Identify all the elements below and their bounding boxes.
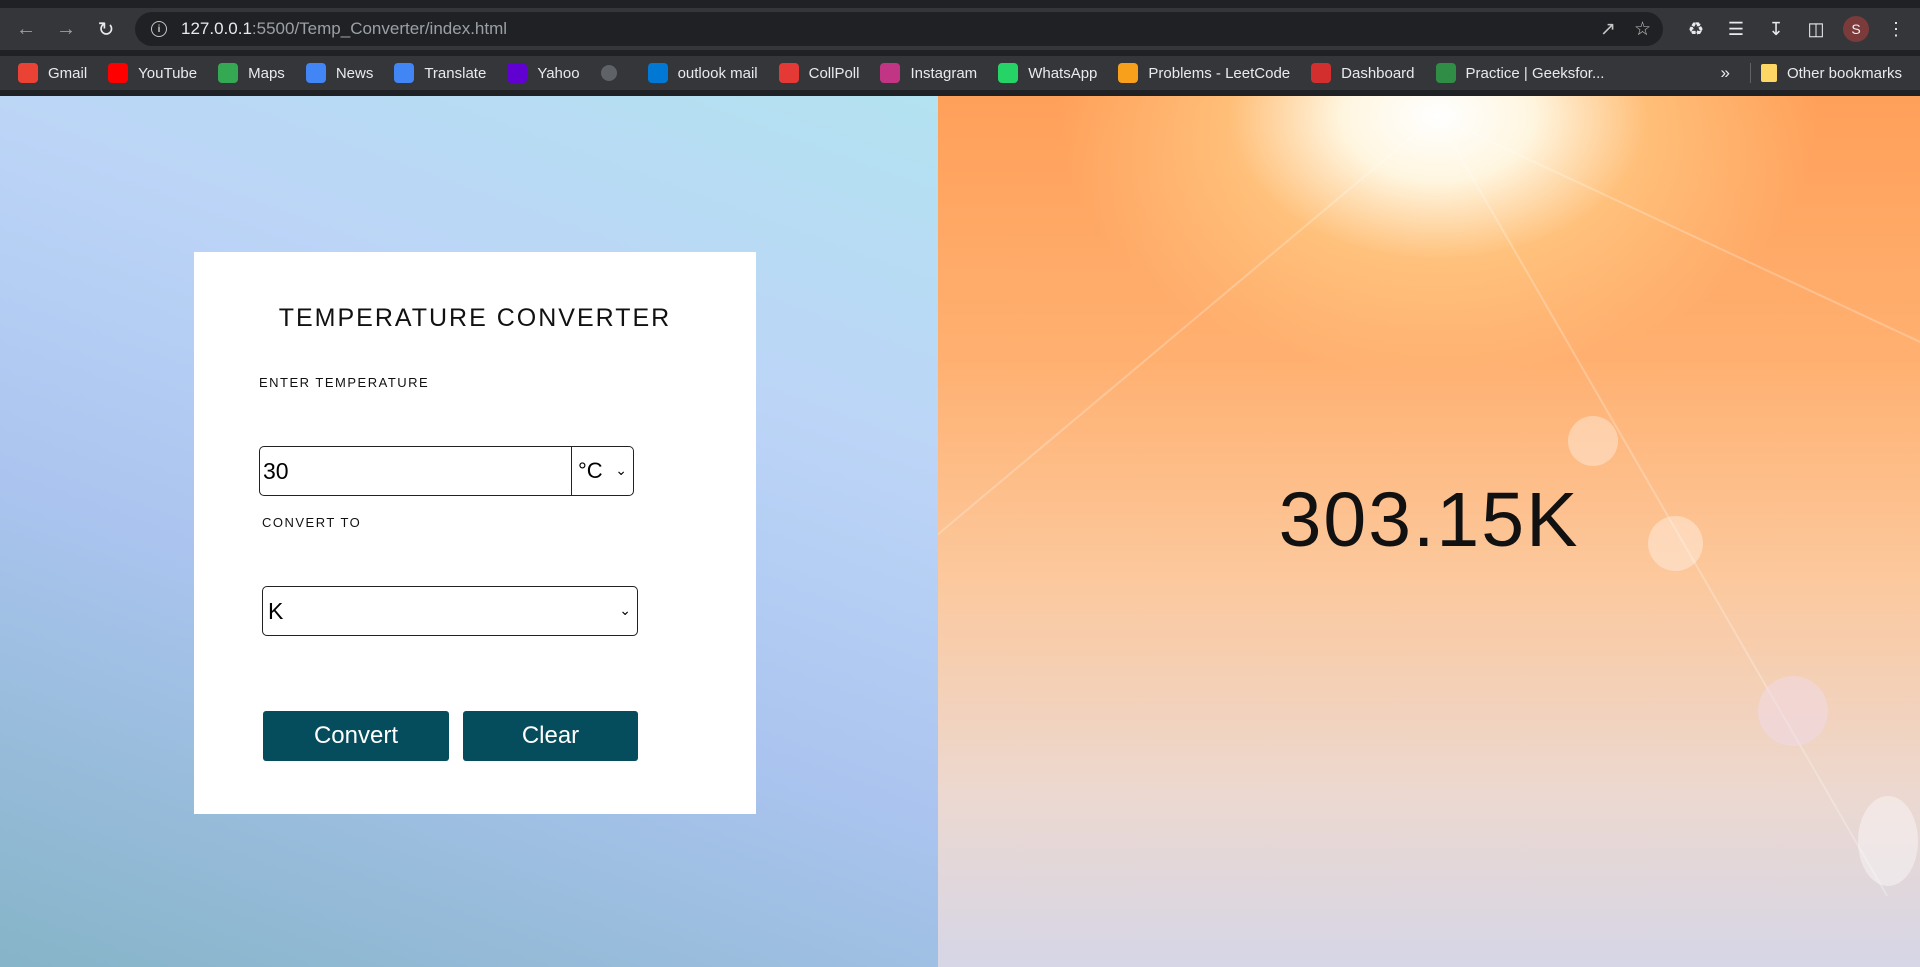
bookmark-item[interactable]: Problems - LeetCode bbox=[1118, 63, 1290, 83]
url-text[interactable]: 127.0.0.1:5500/Temp_Converter/index.html bbox=[181, 19, 507, 39]
bookmark-label: CollPoll bbox=[808, 64, 860, 82]
bookmark-label: Instagram bbox=[910, 64, 978, 82]
translate-icon bbox=[394, 63, 415, 83]
converter-card: TEMPERATURE CONVERTER ENTER TEMPERATURE … bbox=[194, 252, 756, 814]
convert-to-label: CONVERT TO bbox=[262, 515, 362, 530]
conversion-result: 303.15K bbox=[1278, 477, 1580, 563]
bookmark-label: WhatsApp bbox=[1028, 64, 1098, 82]
url-host: 127.0.0.1 bbox=[181, 19, 252, 38]
site-info-icon[interactable]: i bbox=[151, 21, 167, 37]
forward-button[interactable]: → bbox=[46, 9, 86, 49]
back-button[interactable]: ← bbox=[6, 9, 46, 49]
menu-kebab-icon[interactable]: ⋮ bbox=[1876, 9, 1916, 49]
avatar: S bbox=[1843, 16, 1869, 42]
news-icon bbox=[305, 63, 326, 83]
convert-button[interactable]: Convert bbox=[263, 711, 449, 761]
bookmark-item[interactable]: outlook mail bbox=[647, 63, 758, 83]
geeksforgeeks-icon bbox=[1435, 63, 1456, 83]
url-path: :5500/Temp_Converter/index.html bbox=[251, 19, 508, 38]
from-unit-select[interactable]: °C ⌄ bbox=[571, 446, 634, 496]
bookmark-label: News bbox=[335, 64, 374, 82]
result-panel: 303.15K bbox=[938, 96, 1920, 967]
temperature-input[interactable] bbox=[259, 446, 572, 496]
bookmark-label: Gmail bbox=[48, 64, 88, 82]
bookmark-label: Problems - LeetCode bbox=[1148, 64, 1291, 82]
bookmark-item[interactable]: Gmail bbox=[18, 63, 87, 83]
folder-icon bbox=[1760, 64, 1777, 82]
bookmark-label: outlook mail bbox=[677, 64, 758, 82]
share-icon[interactable]: ↗ bbox=[1600, 18, 1616, 41]
to-unit-select[interactable]: K ⌄ bbox=[262, 586, 638, 636]
other-bookmarks-folder[interactable]: Other bookmarks bbox=[1760, 64, 1902, 82]
bookmark-item[interactable]: YouTube bbox=[108, 63, 197, 83]
leetcode-icon bbox=[1118, 63, 1139, 83]
bookmark-item[interactable]: Translate bbox=[394, 63, 486, 83]
gmail-icon bbox=[18, 63, 38, 83]
clear-button[interactable]: Clear bbox=[463, 711, 638, 761]
extensions-icon[interactable]: ♻ bbox=[1676, 9, 1716, 49]
bookmark-item[interactable]: Dashboard bbox=[1311, 63, 1415, 83]
bookmark-item[interactable]: CollPoll bbox=[778, 63, 860, 83]
bookmark-label: Maps bbox=[248, 64, 285, 82]
bookmark-item[interactable]: Maps bbox=[218, 63, 285, 83]
address-bar[interactable]: i 127.0.0.1:5500/Temp_Converter/index.ht… bbox=[135, 12, 1663, 46]
chevron-down-icon: ⌄ bbox=[615, 462, 627, 478]
enter-temperature-label: ENTER TEMPERATURE bbox=[259, 375, 430, 390]
star-icon[interactable]: ☆ bbox=[1634, 18, 1651, 41]
profile-button[interactable]: S bbox=[1836, 9, 1876, 49]
left-panel: TEMPERATURE CONVERTER ENTER TEMPERATURE … bbox=[0, 96, 938, 967]
page-viewport: TEMPERATURE CONVERTER ENTER TEMPERATURE … bbox=[0, 96, 1920, 967]
reload-button[interactable]: ↻ bbox=[86, 9, 126, 49]
dashboard-icon bbox=[1311, 63, 1332, 83]
download-icon[interactable]: ↧ bbox=[1756, 9, 1796, 49]
bookmarks-bar: Gmail YouTube Maps News Translate Yahoo outloo… bbox=[0, 56, 1920, 90]
sun-ray bbox=[1437, 116, 1920, 499]
other-bookmarks-label: Other bookmarks bbox=[1786, 64, 1902, 82]
bookmarks-divider bbox=[1749, 63, 1751, 83]
lens-flare bbox=[1758, 676, 1828, 746]
tab-strip bbox=[0, 0, 1920, 8]
forward-arrow-icon: → bbox=[56, 17, 76, 40]
maps-icon bbox=[218, 63, 239, 83]
bookmark-label: Dashboard bbox=[1341, 64, 1415, 82]
bookmark-label: YouTube bbox=[138, 64, 198, 82]
lens-flare bbox=[1568, 416, 1618, 466]
bookmark-label: Yahoo bbox=[537, 64, 580, 82]
bookmark-item[interactable]: WhatsApp bbox=[998, 63, 1097, 83]
reading-list-icon[interactable]: ☰ bbox=[1716, 9, 1756, 49]
bookmark-label: Translate bbox=[424, 64, 487, 82]
bookmark-item[interactable]: News bbox=[305, 63, 374, 83]
back-arrow-icon: ← bbox=[16, 17, 36, 40]
bookmark-item[interactable]: Yahoo bbox=[507, 63, 580, 83]
to-unit-value: K bbox=[268, 597, 284, 624]
reload-icon: ↻ bbox=[97, 18, 115, 41]
chevron-down-icon: ⌄ bbox=[619, 602, 631, 618]
instagram-icon bbox=[880, 63, 901, 83]
whatsapp-icon bbox=[998, 63, 1019, 83]
bookmark-label: Practice | Geeksfor... bbox=[1465, 64, 1605, 82]
bookmarks-overflow-button[interactable]: » bbox=[1720, 63, 1729, 83]
page-title: TEMPERATURE CONVERTER bbox=[278, 304, 672, 332]
from-unit-value: °C bbox=[578, 458, 603, 483]
bookmark-item[interactable] bbox=[600, 65, 627, 81]
outlook-icon bbox=[647, 63, 668, 83]
bookmark-item[interactable]: Practice | Geeksfor... bbox=[1435, 63, 1605, 83]
yahoo-icon bbox=[507, 63, 528, 83]
lens-flare bbox=[1858, 796, 1918, 886]
bookmark-item[interactable]: Instagram bbox=[880, 63, 977, 83]
sun-ray bbox=[938, 114, 1438, 695]
browser-toolbar: ← → ↻ i 127.0.0.1:5500/Temp_Converter/in… bbox=[0, 8, 1920, 50]
collpoll-icon bbox=[778, 63, 799, 83]
globe-icon bbox=[600, 65, 617, 81]
youtube-icon bbox=[108, 63, 129, 83]
side-panel-icon[interactable]: ◫ bbox=[1796, 9, 1836, 49]
